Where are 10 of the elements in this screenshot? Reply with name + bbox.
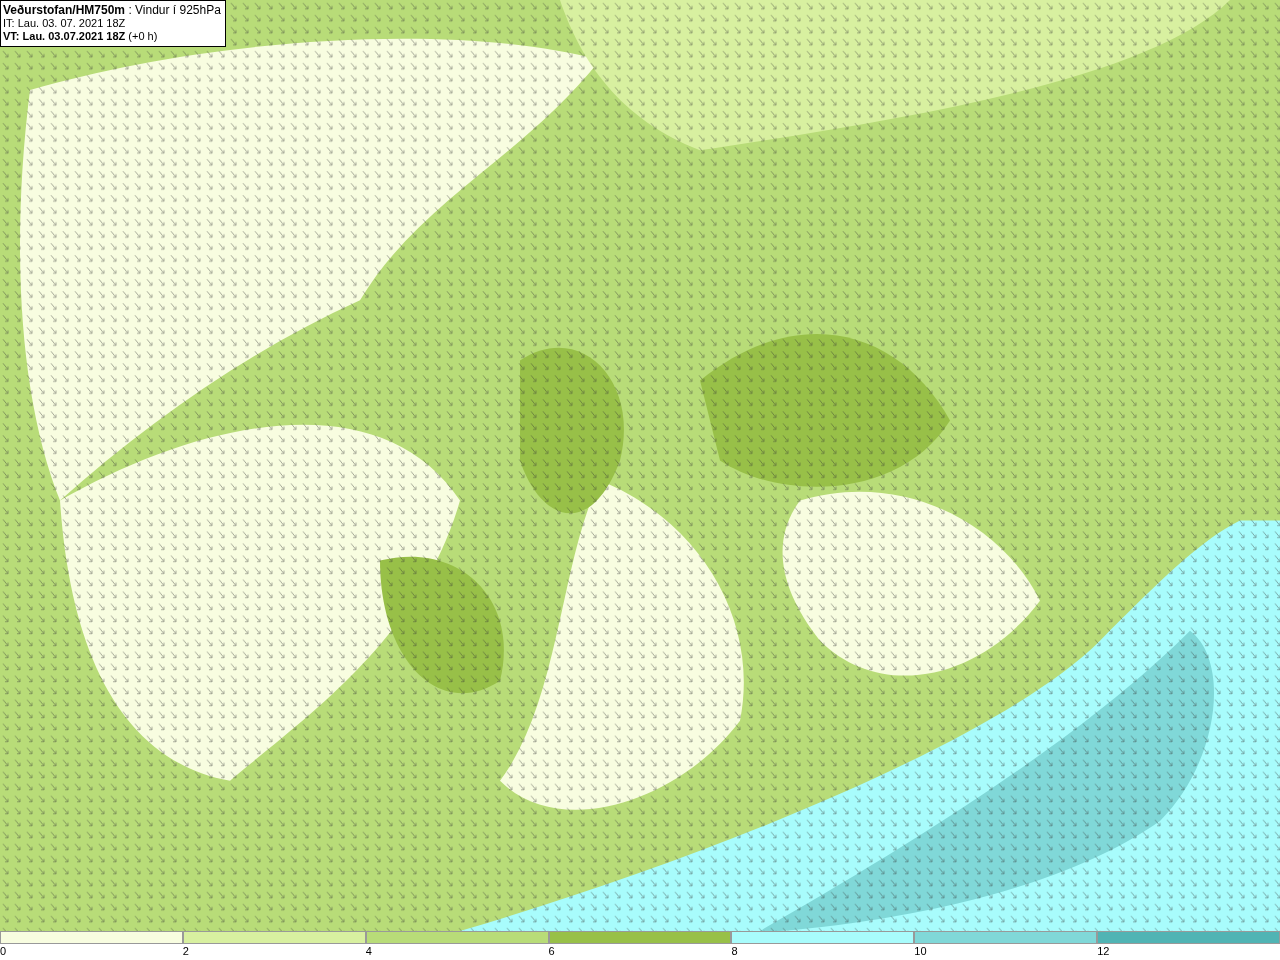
legend-label: 4 <box>365 944 372 958</box>
legend-label: 2 <box>182 944 189 958</box>
header-text: Veðurstofan/HM750m : Vindur í 925hPa <box>3 3 221 17</box>
header-text: IT: Lau. 03. 07. 2021 18Z <box>3 17 127 30</box>
legend-label: 8 <box>731 944 738 958</box>
legend-label: 12 <box>1097 944 1110 958</box>
legend-label: 0 <box>0 944 7 958</box>
header-text: VT: Lau. 03.07.2021 18Z (+0 h) <box>3 30 159 43</box>
legend-label: 10 <box>914 944 927 958</box>
legend-label: 6 <box>548 944 555 958</box>
